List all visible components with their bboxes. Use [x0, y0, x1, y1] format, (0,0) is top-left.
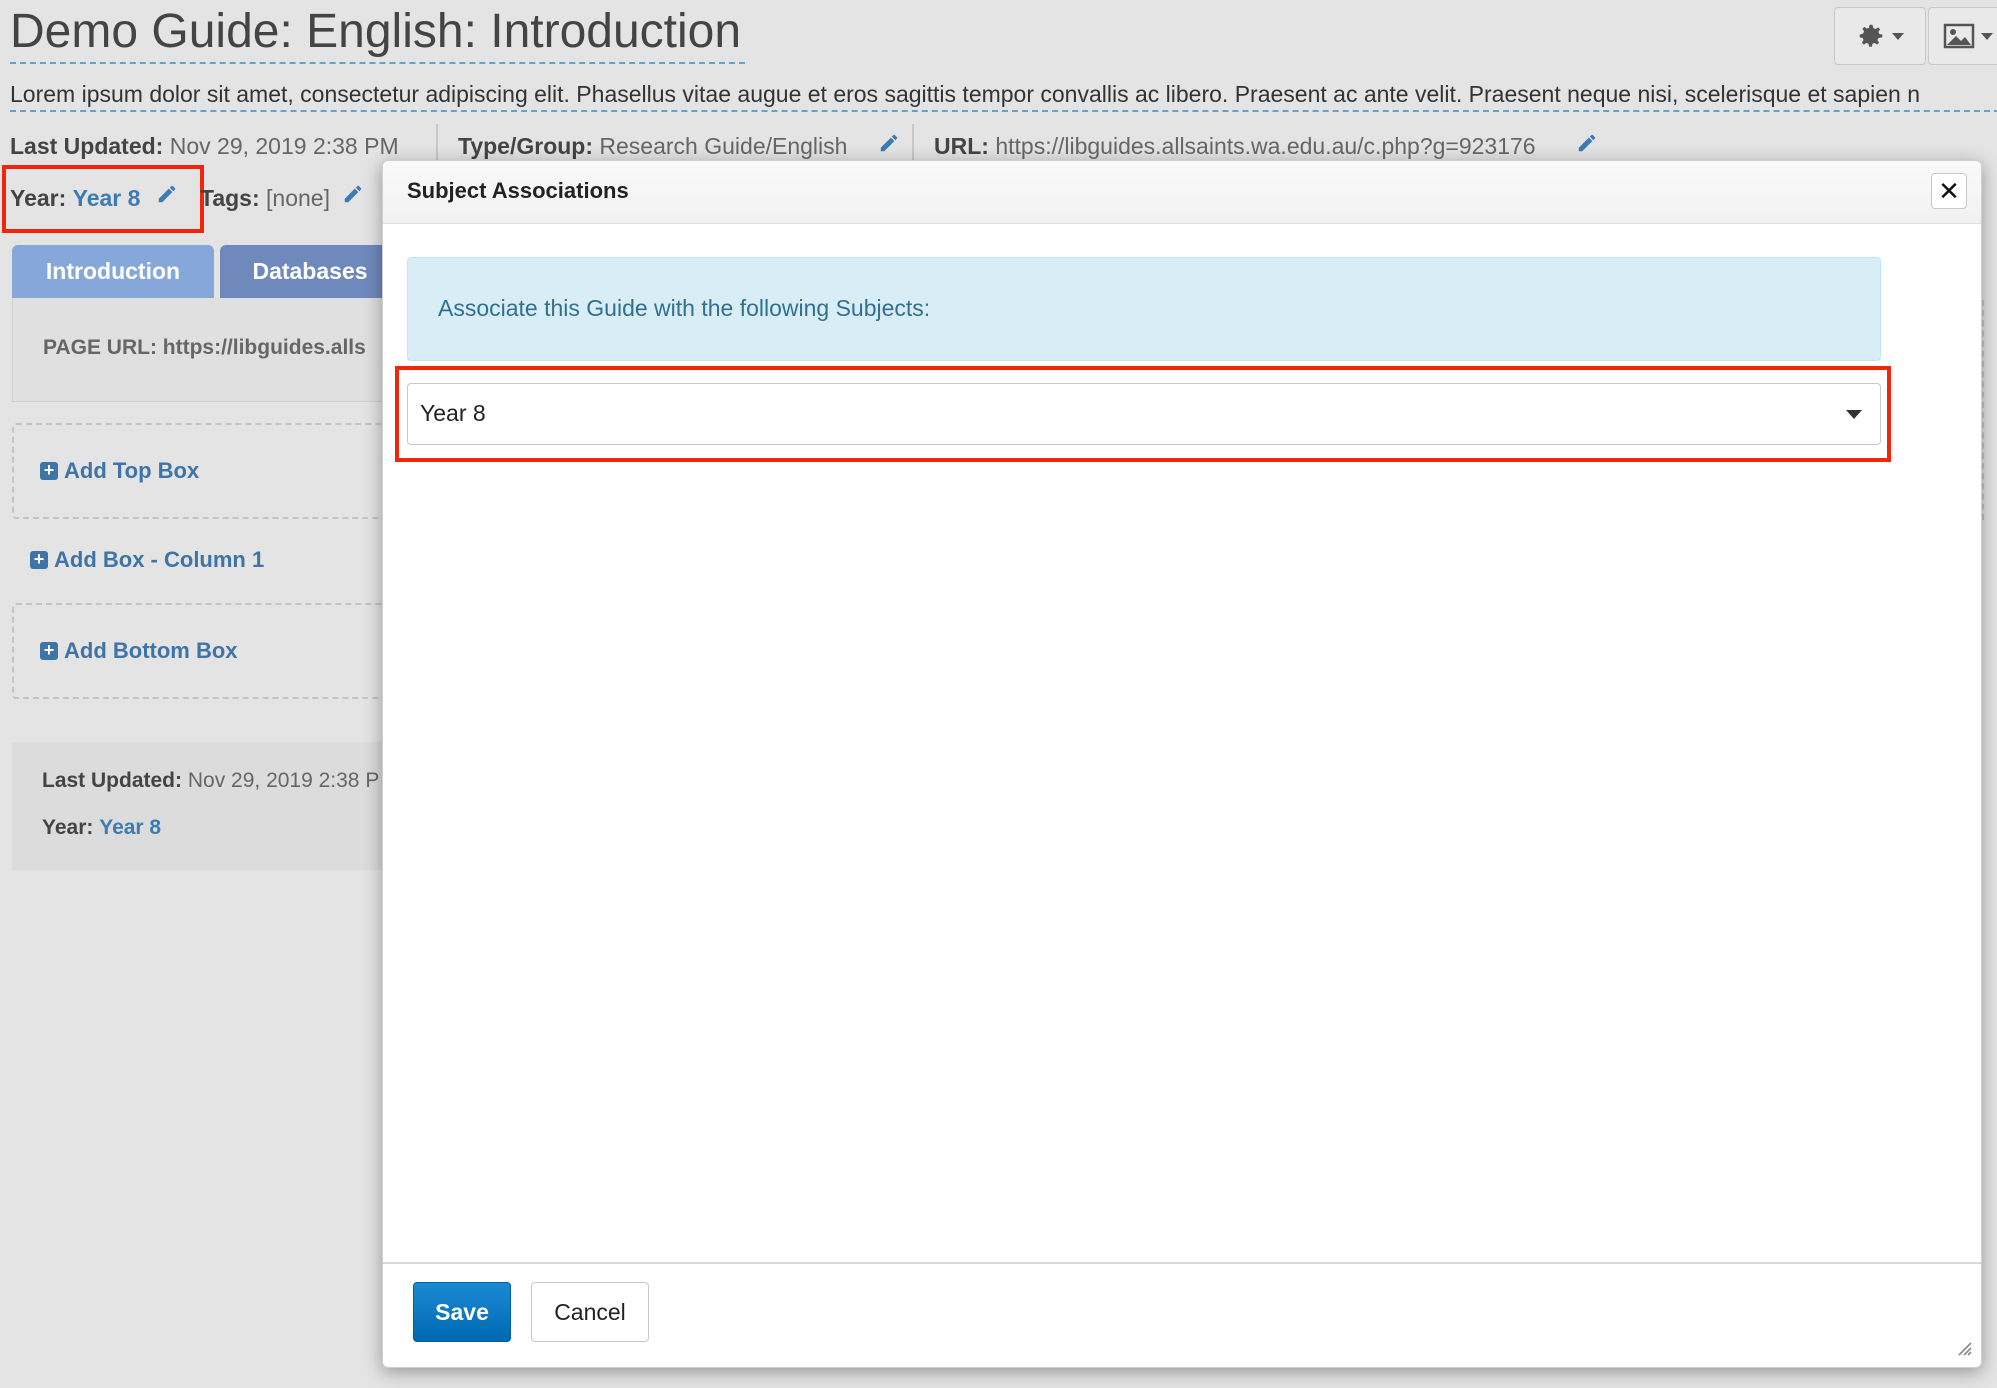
footer-last-updated: Last Updated: Nov 29, 2019 2:38 P — [42, 766, 379, 796]
chevron-down-icon — [1846, 410, 1862, 419]
plus-square-icon: + — [40, 461, 58, 480]
add-top-box-link[interactable]: + Add Top Box — [40, 458, 199, 484]
add-box-column-link[interactable]: + Add Box - Column 1 — [30, 547, 264, 573]
pencil-icon[interactable] — [342, 183, 364, 205]
last-updated-label: Last Updated: — [10, 133, 164, 159]
modal-header: Subject Associations ✕ — [383, 161, 1981, 224]
page-url-label: PAGE URL: https://libguides.alls — [43, 336, 366, 359]
type-group-value: Research Guide/English — [599, 133, 848, 159]
tags: Tags: [none] — [200, 183, 330, 213]
add-bottom-box-label: Add Bottom Box — [64, 638, 238, 663]
tab-introduction[interactable]: Introduction — [12, 245, 214, 298]
info-alert: Associate this Guide with the following … — [407, 257, 1881, 361]
footer-year: Year: Year 8 — [42, 813, 161, 843]
type-group-label: Type/Group: — [458, 133, 594, 159]
settings-dropdown-button[interactable] — [1834, 7, 1926, 65]
top-box-area: + Add Top Box — [12, 423, 412, 519]
add-box-column-label: Add Box - Column 1 — [54, 547, 265, 572]
close-icon: ✕ — [1938, 175, 1960, 206]
info-text: Associate this Guide with the following … — [438, 295, 931, 321]
right-edge-box — [1982, 300, 1997, 520]
add-top-box-label: Add Top Box — [64, 458, 200, 483]
image-dropdown-button[interactable] — [1928, 7, 1997, 65]
image-icon — [1943, 23, 1975, 49]
bottom-box-area: + Add Bottom Box — [12, 603, 412, 699]
page-url-panel: PAGE URL: https://libguides.alls — [12, 298, 412, 402]
chevron-down-icon — [1892, 32, 1904, 40]
save-button[interactable]: Save — [413, 1282, 511, 1342]
tags-label: Tags: — [200, 185, 260, 211]
guide-footer: Last Updated: Nov 29, 2019 2:38 P Year: … — [12, 742, 412, 870]
last-updated-value: Nov 29, 2019 2:38 PM — [169, 133, 399, 159]
footer-year-label: Year: — [42, 816, 94, 839]
url-label: URL: — [934, 133, 989, 159]
type-group: Type/Group: Research Guide/English — [458, 131, 847, 161]
chevron-down-icon — [1981, 32, 1993, 40]
year-label: Year: — [10, 185, 67, 211]
plus-square-icon: + — [30, 550, 48, 569]
gear-icon — [1859, 24, 1883, 47]
subjects-select[interactable]: Year 8 — [407, 383, 1881, 445]
page-title[interactable]: Demo Guide: English: Introduction — [10, 2, 746, 64]
modal-footer-divider — [383, 1262, 1981, 1264]
resize-grip-icon[interactable] — [1955, 1339, 1973, 1357]
subject-associations-modal: Subject Associations ✕ Associate this Gu… — [382, 160, 1982, 1368]
year-link[interactable]: Year 8 — [73, 185, 141, 211]
tags-value: [none] — [266, 185, 330, 211]
pencil-icon[interactable] — [878, 132, 900, 154]
divider — [436, 124, 438, 164]
guide-description[interactable]: Lorem ipsum dolor sit amet, consectetur … — [10, 78, 1997, 112]
modal-title: Subject Associations — [407, 178, 629, 203]
tab-databases[interactable]: Databases — [220, 245, 400, 298]
url-value: https://libguides.allsaints.wa.edu.au/c.… — [995, 133, 1536, 159]
add-bottom-box-link[interactable]: + Add Bottom Box — [40, 638, 238, 664]
last-updated: Last Updated: Nov 29, 2019 2:38 PM — [10, 131, 399, 161]
guide-url: URL: https://libguides.allsaints.wa.edu.… — [934, 131, 1536, 161]
footer-year-link[interactable]: Year 8 — [99, 816, 161, 839]
subjects-select-value: Year 8 — [420, 400, 486, 426]
year: Year: Year 8 — [10, 183, 140, 213]
divider — [912, 124, 914, 164]
footer-last-updated-label: Last Updated: — [42, 769, 183, 792]
cancel-button[interactable]: Cancel — [531, 1282, 649, 1342]
pencil-icon[interactable] — [1576, 132, 1598, 154]
plus-square-icon: + — [40, 641, 58, 660]
footer-last-updated-value: Nov 29, 2019 2:38 P — [187, 769, 380, 792]
pencil-icon[interactable] — [156, 183, 178, 205]
close-button[interactable]: ✕ — [1931, 173, 1967, 209]
